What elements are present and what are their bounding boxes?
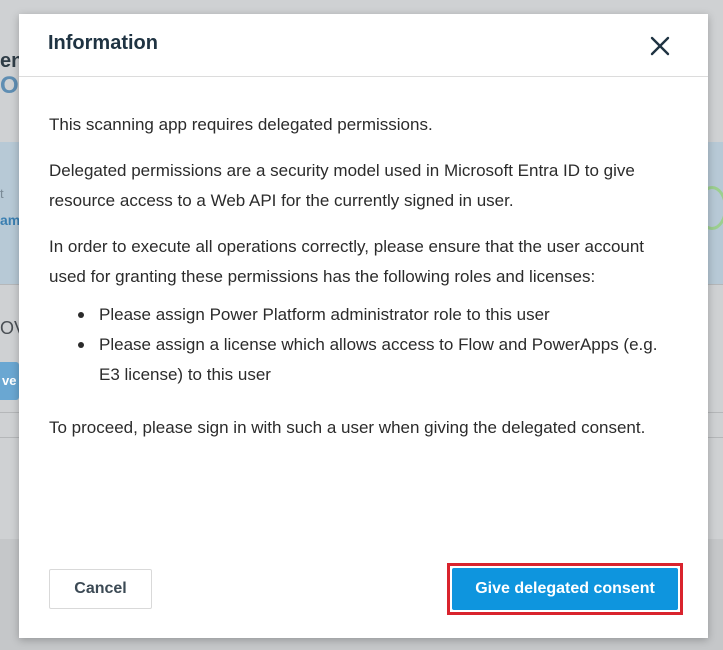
background-button-fragment: ve (0, 362, 19, 400)
background-label-fragment: t (0, 186, 4, 201)
dialog-closing-text: To proceed, please sign in with such a u… (49, 418, 646, 437)
dialog-title: Information (48, 32, 158, 54)
information-dialog: Information This scanning app requires d… (19, 14, 708, 638)
requirement-item: Please assign Power Platform administrat… (78, 300, 659, 330)
background-link-fragment: am (0, 212, 21, 228)
dialog-header: Information (19, 14, 708, 77)
cancel-button[interactable]: Cancel (49, 569, 152, 609)
dialog-paragraph: This scanning app requires delegated per… (49, 115, 433, 134)
requirement-item: Please assign a license which allows acc… (78, 330, 659, 390)
dialog-paragraph: Delegated permissions are a security mod… (49, 161, 635, 210)
close-button[interactable] (650, 36, 670, 56)
close-icon (650, 36, 670, 56)
give-delegated-consent-button[interactable]: Give delegated consent (452, 568, 678, 610)
requirements-list: Please assign Power Platform administrat… (78, 300, 659, 390)
dialog-paragraph: In order to execute all operations corre… (49, 237, 645, 286)
dialog-body: This scanning app requires delegated per… (49, 110, 659, 459)
background-logo-fragment: O (0, 72, 19, 99)
